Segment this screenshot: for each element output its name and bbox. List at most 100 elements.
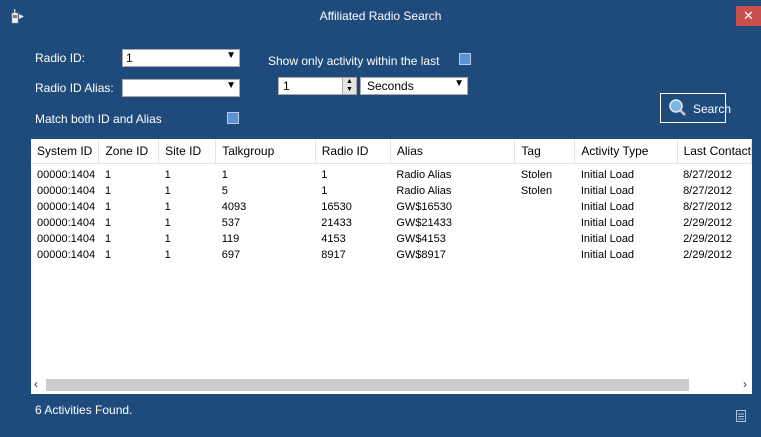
horizontal-scrollbar[interactable]: ‹ › bbox=[31, 377, 752, 394]
radio-id-combobox[interactable]: 1 ▼ bbox=[122, 49, 240, 67]
cell-radio-id: 16530 bbox=[321, 201, 352, 213]
column-header-alias[interactable]: Alias bbox=[390, 139, 516, 164]
column-header-radio-id[interactable]: Radio ID bbox=[315, 139, 391, 164]
scroll-right-icon[interactable]: › bbox=[743, 377, 747, 391]
cell-radio-id: 1 bbox=[321, 169, 328, 181]
grid-header-row: System ID Zone ID Site ID Talkgroup Radi… bbox=[31, 139, 752, 164]
cell-radio-id: 8917 bbox=[321, 249, 346, 261]
time-unit-value: Seconds bbox=[367, 79, 414, 93]
cell-system-id: 00000:1404 bbox=[37, 185, 96, 197]
table-row[interactable]: 00000:1404 1 1 4093 16530 GW$16530 Initi… bbox=[31, 199, 752, 215]
document-icon bbox=[736, 410, 746, 422]
cell-site-id: 1 bbox=[164, 217, 171, 229]
cell-system-id: 00000:1404 bbox=[37, 201, 96, 213]
cell-radio-id: 21433 bbox=[321, 217, 352, 229]
column-header-system-id[interactable]: System ID bbox=[31, 139, 100, 164]
radio-id-value: 1 bbox=[126, 51, 133, 65]
within-amount-spinner[interactable]: 1 ▲ ▼ bbox=[278, 77, 357, 95]
chevron-down-icon[interactable]: ▼ bbox=[454, 78, 464, 89]
show-only-activity-label: Show only activity within the last bbox=[268, 54, 440, 68]
affiliated-radio-search-window: Affiliated Radio Search ✕ Radio ID: 1 ▼ … bbox=[0, 0, 761, 437]
search-button-label: Search bbox=[693, 102, 732, 116]
spinner-arrows-icon[interactable]: ▲ ▼ bbox=[342, 78, 356, 94]
cell-site-id: 1 bbox=[164, 201, 171, 213]
show-only-activity-checkbox[interactable] bbox=[459, 53, 471, 65]
table-row[interactable]: 00000:1404 1 1 1 1 Radio Alias Stolen In… bbox=[31, 164, 752, 184]
title-bar: Affiliated Radio Search ✕ bbox=[0, 0, 761, 32]
cell-tag bbox=[515, 199, 575, 215]
cell-talkgroup: 5 bbox=[221, 185, 228, 197]
cell-last-contact: 2/29/2012 bbox=[683, 217, 732, 229]
column-header-last-contact[interactable]: Last Contact bbox=[677, 139, 752, 164]
cell-system-id: 00000:1404 bbox=[37, 249, 96, 261]
table-row[interactable]: 00000:1404 1 1 5 1 Radio Alias Stolen In… bbox=[31, 183, 752, 199]
radio-id-label: Radio ID: bbox=[35, 51, 86, 65]
window-title: Affiliated Radio Search bbox=[319, 9, 442, 23]
table-row[interactable]: 00000:1404 1 1 697 8917 GW$8917 Initial … bbox=[31, 247, 752, 263]
cell-site-id: 1 bbox=[164, 185, 171, 197]
column-header-tag[interactable]: Tag bbox=[514, 139, 576, 164]
cell-activity-type: Initial Load bbox=[580, 169, 635, 181]
cell-alias: Radio Alias bbox=[396, 169, 452, 181]
cell-activity-type: Initial Load bbox=[580, 233, 635, 245]
cell-talkgroup: 4093 bbox=[221, 201, 247, 213]
cell-system-id: 00000:1404 bbox=[37, 217, 96, 229]
search-button[interactable]: Search bbox=[660, 93, 731, 123]
within-amount-value: 1 bbox=[283, 79, 290, 93]
cell-tag bbox=[515, 247, 575, 263]
cell-radio-id: 4153 bbox=[321, 233, 346, 245]
cell-last-contact: 8/27/2012 bbox=[683, 201, 732, 213]
cell-activity-type: Initial Load bbox=[580, 249, 635, 261]
cell-alias: GW$8917 bbox=[396, 249, 446, 261]
radio-id-alias-combobox[interactable]: ▼ bbox=[122, 79, 240, 97]
time-unit-combobox[interactable]: Seconds ▼ bbox=[360, 77, 468, 95]
cell-talkgroup: 697 bbox=[221, 249, 241, 261]
column-header-talkgroup[interactable]: Talkgroup bbox=[215, 139, 316, 164]
status-text: 6 Activities Found. bbox=[35, 403, 133, 417]
cell-talkgroup: 1 bbox=[221, 169, 228, 181]
cell-activity-type: Initial Load bbox=[580, 201, 635, 213]
column-header-zone-id[interactable]: Zone ID bbox=[98, 139, 160, 164]
cell-last-contact: 8/27/2012 bbox=[683, 185, 732, 197]
cell-alias: GW$21433 bbox=[396, 217, 453, 229]
cell-zone-id: 1 bbox=[104, 217, 112, 229]
cell-activity-type: Initial Load bbox=[580, 185, 635, 197]
cell-site-id: 1 bbox=[164, 249, 171, 261]
scrollbar-thumb[interactable] bbox=[46, 379, 689, 391]
match-both-checkbox[interactable] bbox=[227, 112, 239, 124]
cell-tag bbox=[515, 215, 575, 231]
cell-zone-id: 1 bbox=[104, 249, 112, 261]
scroll-left-icon[interactable]: ‹ bbox=[34, 377, 38, 391]
magnifier-icon bbox=[669, 99, 686, 116]
cell-tag: Stolen bbox=[520, 185, 553, 197]
cell-radio-id: 1 bbox=[321, 185, 328, 197]
cell-last-contact: 2/29/2012 bbox=[683, 233, 732, 245]
cell-zone-id: 1 bbox=[104, 169, 112, 181]
cell-talkgroup: 119 bbox=[221, 233, 240, 245]
cell-alias: GW$16530 bbox=[396, 201, 453, 213]
cell-system-id: 00000:1404 bbox=[37, 233, 96, 245]
cell-alias: GW$4153 bbox=[396, 233, 446, 245]
column-header-site-id[interactable]: Site ID bbox=[158, 139, 217, 164]
cell-site-id: 1 bbox=[164, 169, 171, 181]
cell-tag: Stolen bbox=[520, 169, 553, 181]
cell-talkgroup: 537 bbox=[221, 217, 241, 229]
radio-id-alias-label: Radio ID Alias: bbox=[35, 81, 114, 95]
table-row[interactable]: 00000:1404 1 1 537 21433 GW$21433 Initia… bbox=[31, 215, 752, 231]
cell-alias: Radio Alias bbox=[396, 185, 452, 197]
cell-site-id: 1 bbox=[164, 233, 171, 245]
activity-grid[interactable]: System ID Zone ID Site ID Talkgroup Radi… bbox=[31, 139, 752, 394]
chevron-down-icon[interactable]: ▼ bbox=[226, 80, 236, 91]
cell-zone-id: 1 bbox=[104, 233, 112, 245]
chevron-down-icon[interactable]: ▼ bbox=[226, 50, 236, 61]
cell-zone-id: 1 bbox=[104, 201, 112, 213]
cell-last-contact: 8/27/2012 bbox=[683, 169, 732, 181]
cell-tag bbox=[515, 231, 575, 247]
cell-activity-type: Initial Load bbox=[580, 217, 635, 229]
match-both-label: Match both ID and Alias bbox=[35, 112, 162, 126]
cell-zone-id: 1 bbox=[104, 185, 112, 197]
table-row[interactable]: 00000:1404 1 1 119 4153 GW$4153 Initial … bbox=[31, 231, 752, 247]
cell-last-contact: 2/29/2012 bbox=[683, 249, 732, 261]
close-button[interactable]: ✕ bbox=[736, 6, 761, 26]
column-header-activity-type[interactable]: Activity Type bbox=[574, 139, 678, 164]
